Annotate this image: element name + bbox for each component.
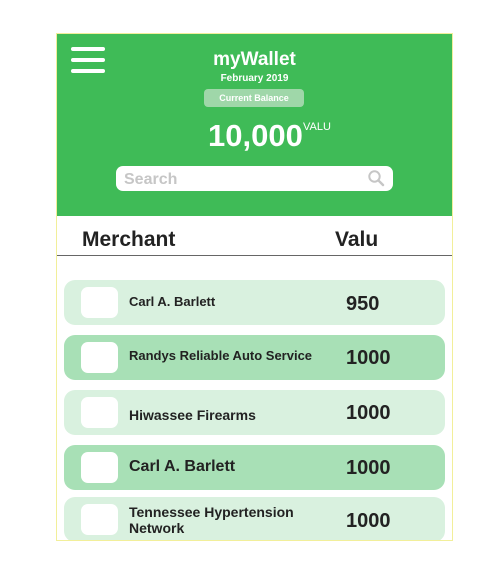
merchant-thumbnail [81,342,118,373]
transaction-row[interactable]: Randys Reliable Auto Service 1000 [64,335,445,380]
merchant-name: Tennessee Hypertension Network [129,504,294,536]
value-column-header: Valu [335,228,379,251]
search-bar [116,166,393,191]
transaction-row[interactable]: Carl A. Barlett 1000 [64,445,445,490]
transaction-amount: 1000 [346,347,391,369]
period-label: February 2019 [220,73,289,84]
transaction-amount: 1000 [346,510,391,532]
app-title: myWallet [213,49,296,70]
transaction-amount: 950 [346,293,380,315]
search-input[interactable] [122,168,356,191]
transaction-amount: 1000 [346,402,391,424]
merchant-column-header: Merchant [82,228,176,251]
merchant-thumbnail [81,452,118,483]
merchant-name: Hiwassee Firearms [129,407,256,423]
transaction-row[interactable]: Tennessee Hypertension Network 1000 [64,497,445,540]
balance-amount: 10,000 [208,118,303,153]
merchant-thumbnail [81,287,118,318]
merchant-thumbnail [81,397,118,428]
balance-unit: VALU [303,121,331,133]
merchant-name: Carl A. Barlett [129,458,236,475]
wallet-header: myWallet February 2019 Current Balance 1… [57,34,452,216]
transaction-amount: 1000 [346,457,391,479]
transaction-row[interactable]: Carl A. Barlett 950 [64,280,445,325]
current-balance-badge: Current Balance [204,89,304,107]
merchant-name: Carl A. Barlett [129,294,216,309]
merchant-name: Randys Reliable Auto Service [129,348,313,363]
wallet-app-screen: myWallet February 2019 Current Balance 1… [56,33,453,541]
merchant-thumbnail [81,504,118,535]
header-divider [57,255,452,256]
transaction-row[interactable]: Hiwassee Firearms 1000 [64,390,445,435]
search-icon[interactable] [367,169,385,187]
